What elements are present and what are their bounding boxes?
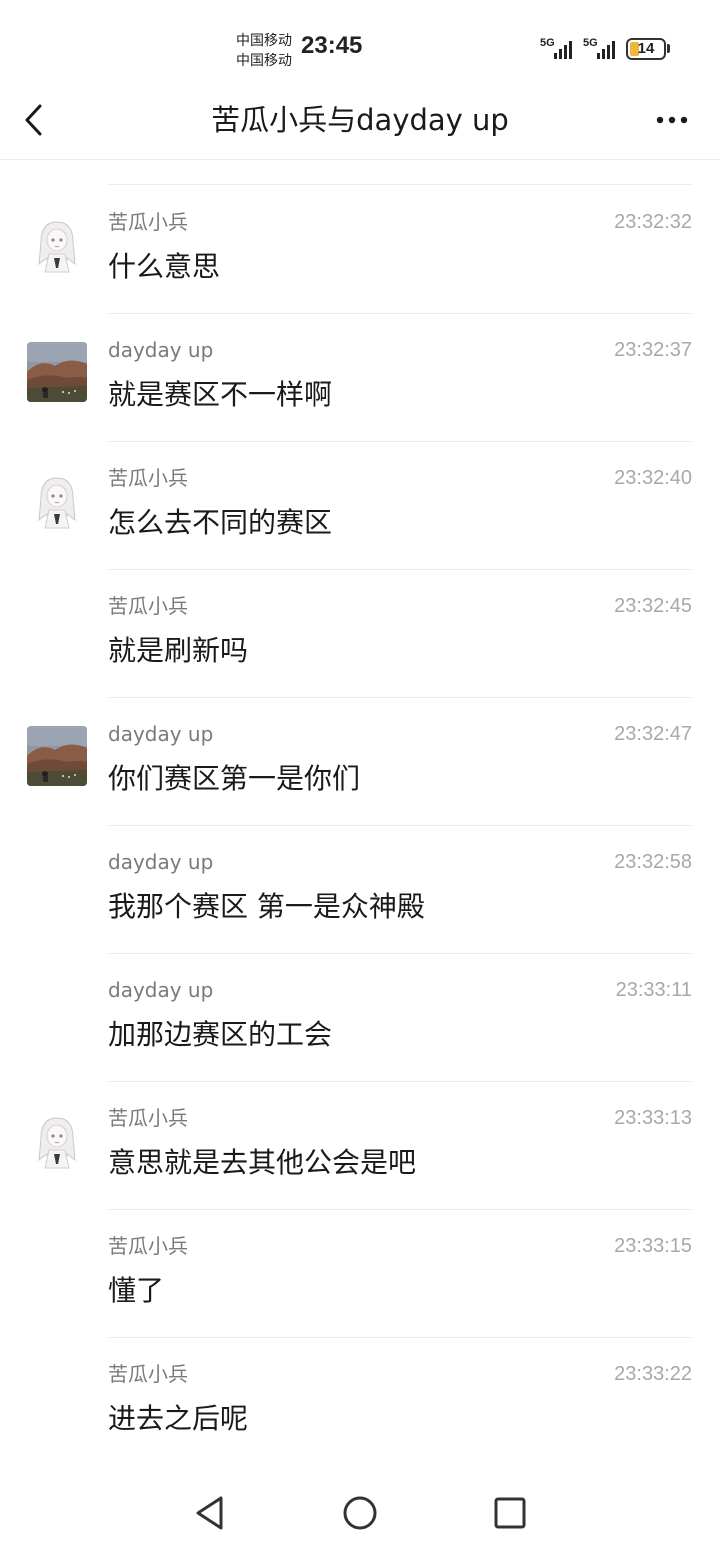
message-sender: 苦瓜小兵 (108, 1106, 188, 1130)
message-timestamp: 23:33:22 (614, 1363, 692, 1385)
avatar-dayday-up[interactable] (27, 342, 87, 402)
carrier-labels: 中国移动 中国移动 (236, 31, 292, 71)
back-button[interactable] (18, 100, 54, 140)
message-timestamp: 23:32:32 (614, 211, 692, 233)
chat-history-screen: 中国移动 中国移动 23:45 5G 5G 14 苦瓜小兵与dayday up … (0, 0, 720, 1564)
message-text: 什么意思 (108, 250, 221, 283)
message-timestamp: 23:32:45 (614, 595, 692, 617)
carrier-1: 中国移动 (236, 33, 292, 49)
battery-tip (667, 44, 670, 53)
message-item[interactable]: dayday up 23:33:11 加那边赛区的工会 (0, 953, 720, 1081)
message-list[interactable]: 苦瓜小兵 23:32:32 什么意思 dayday up 23:32:37 就是赛区不一样… (0, 160, 720, 1464)
message-text: 我那个赛区 第一是众神殿 (108, 890, 425, 923)
message-item[interactable]: 苦瓜小兵 23:33:22 进去之后呢 (0, 1337, 720, 1464)
message-text: 进去之后呢 (108, 1402, 249, 1435)
message-timestamp: 23:32:58 (614, 851, 692, 873)
avatar-dayday-up[interactable] (27, 726, 87, 786)
message-timestamp: 23:32:40 (614, 467, 692, 489)
message-item[interactable]: 苦瓜小兵 23:32:45 就是刷新吗 (0, 569, 720, 697)
message-sender: 苦瓜小兵 (108, 210, 188, 234)
message-sender: dayday up (108, 722, 214, 746)
message-sender: dayday up (108, 978, 214, 1002)
avatar-kuguaxiaobing[interactable] (27, 1110, 87, 1170)
signal-1-label: 5G (540, 37, 555, 49)
message-item[interactable]: 苦瓜小兵 23:33:13 意思就是去其他公会是吧 (0, 1081, 720, 1209)
page-title: 苦瓜小兵与dayday up (211, 103, 509, 137)
message-item[interactable]: dayday up 23:32:58 我那个赛区 第一是众神殿 (0, 825, 720, 953)
message-sender: 苦瓜小兵 (108, 594, 188, 618)
triangle-back-icon (196, 1496, 223, 1530)
message-text: 你们赛区第一是你们 (108, 762, 361, 795)
avatar-kuguaxiaobing[interactable] (27, 470, 87, 530)
status-time: 23:45 (301, 32, 363, 59)
message-text: 怎么去不同的赛区 (108, 506, 333, 539)
message-timestamp: 23:33:11 (615, 979, 692, 1001)
signal-bars-icon (597, 41, 615, 59)
message-item[interactable]: 苦瓜小兵 23:32:32 什么意思 (0, 185, 720, 313)
system-back-button[interactable] (188, 1490, 234, 1536)
message-text: 意思就是去其他公会是吧 (108, 1146, 417, 1179)
message-timestamp: 23:32:37 (614, 339, 692, 361)
system-recents-button[interactable] (487, 1490, 533, 1536)
status-bar: 中国移动 中国移动 23:45 5G 5G 14 (0, 0, 720, 80)
message-text: 加那边赛区的工会 (108, 1018, 333, 1051)
system-home-button[interactable] (337, 1490, 383, 1536)
message-item[interactable]: 苦瓜小兵 23:32:40 怎么去不同的赛区 (0, 441, 720, 569)
message-sender: 苦瓜小兵 (108, 1234, 188, 1258)
message-text: 懂了 (108, 1274, 165, 1307)
square-recents-icon (494, 1497, 526, 1529)
more-options-button[interactable] (652, 108, 692, 132)
circle-home-icon (343, 1496, 377, 1530)
message-sender: dayday up (108, 338, 214, 362)
signal-2-label: 5G (583, 37, 598, 49)
message-item[interactable]: 苦瓜小兵 23:33:15 懂了 (0, 1209, 720, 1337)
system-navigation-bar (0, 1464, 720, 1564)
message-item[interactable]: dayday up 23:32:37 就是赛区不一样啊 (0, 313, 720, 441)
avatar-kuguaxiaobing[interactable] (27, 214, 87, 274)
more-horizontal-icon (656, 116, 688, 124)
message-sender: 苦瓜小兵 (108, 1362, 188, 1386)
battery-icon: 14 (626, 38, 666, 60)
chevron-left-icon (25, 104, 42, 136)
carrier-2: 中国移动 (236, 53, 292, 69)
battery-level: 14 (637, 40, 655, 57)
message-timestamp: 23:33:13 (614, 1107, 692, 1129)
message-timestamp: 23:32:47 (614, 723, 692, 745)
message-sender: 苦瓜小兵 (108, 466, 188, 490)
message-text: 就是刷新吗 (108, 634, 249, 667)
signal-bars-icon (554, 41, 572, 59)
message-item[interactable]: dayday up 23:32:47 你们赛区第一是你们 (0, 697, 720, 825)
message-text: 就是赛区不一样啊 (108, 378, 333, 411)
header: 苦瓜小兵与dayday up (0, 80, 720, 160)
message-sender: dayday up (108, 850, 214, 874)
message-timestamp: 23:33:15 (614, 1235, 692, 1257)
